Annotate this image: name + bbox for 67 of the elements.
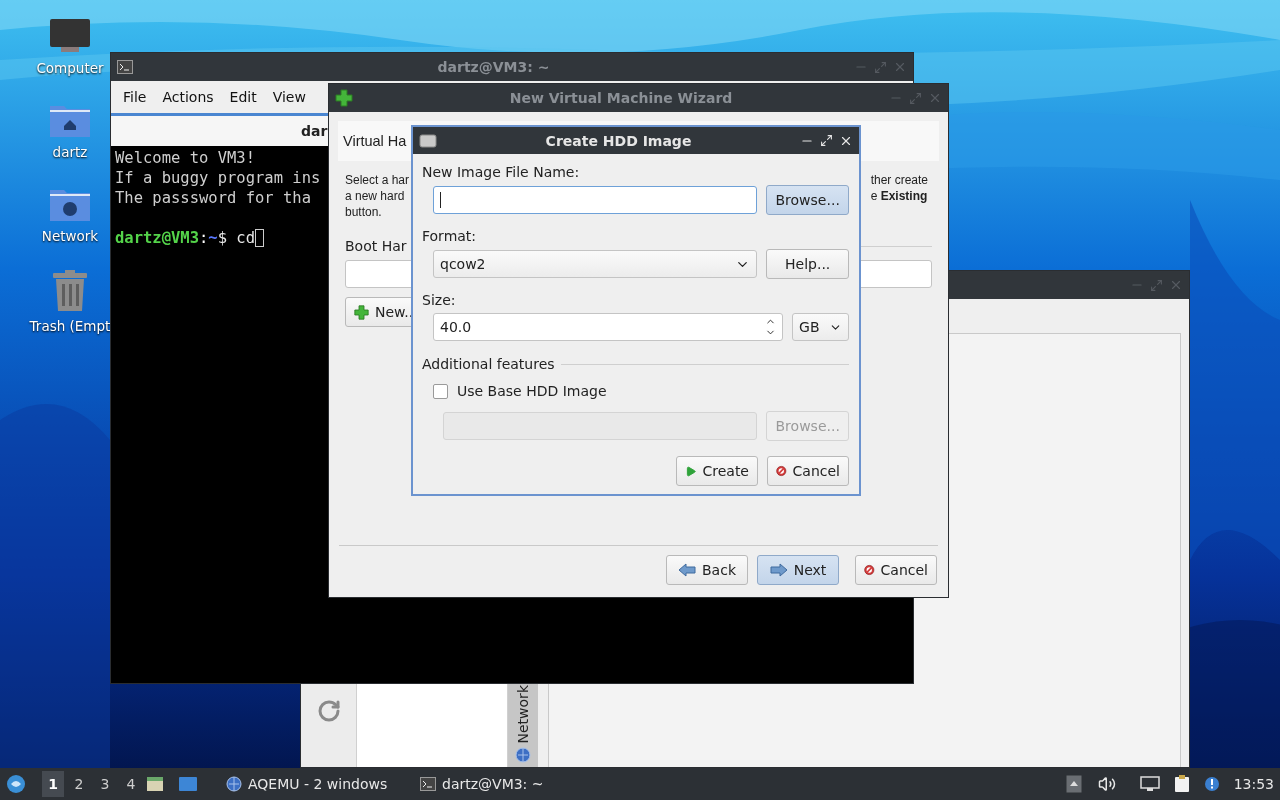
workspace-button[interactable]: 1 <box>42 771 64 797</box>
terminal-line: If a buggy program ins <box>115 169 321 187</box>
cancel-icon <box>864 562 875 578</box>
monitor-icon[interactable] <box>49 18 91 54</box>
browse-button[interactable]: Browse... <box>766 185 849 215</box>
cancel-icon <box>776 463 787 479</box>
page-title: Virtual Ha <box>343 133 407 149</box>
clipboard-icon[interactable] <box>1173 775 1190 793</box>
terminal-line: The passsword for tha <box>115 189 311 207</box>
network-icon[interactable] <box>1139 776 1160 792</box>
start-menu-icon[interactable] <box>6 774 26 794</box>
trash-icon[interactable] <box>52 270 88 312</box>
dialog-button[interactable]: Create <box>676 456 758 486</box>
menu-item[interactable]: View <box>264 89 314 105</box>
refresh-icon[interactable] <box>316 699 341 723</box>
unit-dropdown[interactable]: GB <box>792 313 849 341</box>
globe-icon <box>515 747 531 763</box>
field-label: Format: <box>422 228 478 244</box>
desktop-icon-label[interactable]: Network <box>41 228 99 244</box>
notification-icon[interactable] <box>1203 776 1220 792</box>
taskbar-task[interactable]: dartz@VM3: ~ <box>412 770 602 798</box>
menu-item[interactable]: Edit <box>221 89 265 105</box>
description-text: ther create <box>870 172 928 188</box>
clock[interactable]: 13:53 <box>1233 776 1274 792</box>
group-title: Additional features <box>422 356 555 372</box>
desktop-icon-label[interactable]: Trash (Empt <box>29 318 111 334</box>
browser-window-icon[interactable] <box>178 776 198 792</box>
file-manager-icon[interactable] <box>146 776 164 792</box>
right-arrow-icon <box>769 563 788 577</box>
terminal-line: Welcome to VM3! <box>115 149 255 167</box>
wizard-button[interactable]: Back <box>666 555 748 585</box>
field-label: Boot Har <box>345 238 407 254</box>
description-text: e Existing <box>870 188 928 204</box>
help-button[interactable]: Help... <box>766 249 849 279</box>
workspace-button[interactable]: 3 <box>94 771 116 797</box>
format-dropdown[interactable]: qcow2 <box>433 250 758 278</box>
terminal-icon <box>420 777 436 791</box>
field-label: New Image File Name: <box>422 164 581 180</box>
cursor <box>255 229 264 247</box>
checkbox-label[interactable]: Use Base HDD Image <box>457 383 607 399</box>
dialog-button[interactable]: Cancel <box>767 456 849 486</box>
window-title: New Virtual Machine Wizard <box>508 90 734 106</box>
prompt-line: dartz@VM3:~$ cd <box>115 228 255 248</box>
menu-item[interactable]: File <box>115 89 155 105</box>
terminal-icon <box>117 60 133 74</box>
left-arrow-icon <box>678 563 696 577</box>
file-name-field[interactable] <box>433 186 758 214</box>
description-text: button. <box>345 204 383 220</box>
globe-icon <box>226 776 242 792</box>
description-text: a new hard <box>345 188 406 204</box>
description-text: Select a har <box>345 172 410 188</box>
wizard-button[interactable]: Next <box>757 555 839 585</box>
maximize-icon[interactable] <box>820 134 833 147</box>
workspace-button[interactable]: 2 <box>68 771 90 797</box>
plus-icon <box>354 304 369 320</box>
wizard-button[interactable]: Cancel <box>855 555 937 585</box>
window-title: dartz@VM3: ~ <box>436 59 551 75</box>
play-icon <box>685 464 697 478</box>
size-spinbox[interactable]: 40.0 <box>433 313 784 341</box>
taskbar-task[interactable]: AQEMU - 2 windows <box>218 770 408 798</box>
volume-icon[interactable] <box>1097 775 1116 793</box>
menu-item[interactable]: Actions <box>154 89 222 105</box>
workspace-button[interactable]: 4 <box>120 771 142 797</box>
checkbox[interactable] <box>433 383 448 399</box>
terminal-tab[interactable]: dar <box>301 123 328 139</box>
plus-icon <box>335 89 353 107</box>
window-title: Create HDD Image <box>544 132 693 149</box>
